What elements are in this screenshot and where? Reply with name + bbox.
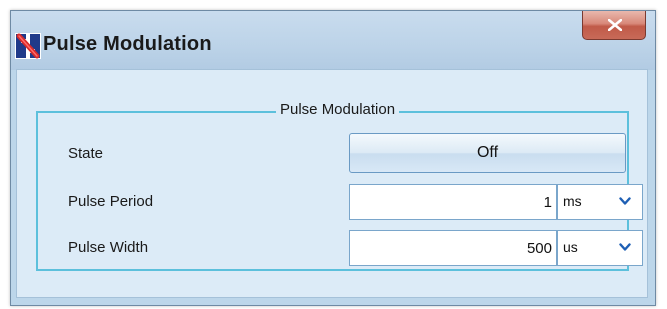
dialog-client-area: Pulse Modulation State Off Pulse Period … — [16, 69, 648, 298]
pulse-period-unit-select[interactable]: ms — [557, 184, 643, 220]
close-icon — [608, 19, 622, 31]
pulse-modulation-groupbox: Pulse Modulation State Off Pulse Period … — [36, 101, 643, 271]
close-button[interactable] — [582, 11, 646, 40]
window-title: Pulse Modulation — [43, 33, 212, 55]
pulse-width-input[interactable] — [349, 230, 557, 266]
chevron-down-icon — [619, 243, 631, 251]
pulse-width-unit-select[interactable]: us — [557, 230, 643, 266]
title-bar[interactable]: Pulse Modulation — [11, 11, 655, 70]
pulse-period-input[interactable] — [349, 184, 557, 220]
state-toggle-button[interactable]: Off — [349, 133, 626, 173]
pulse-modulation-dialog: Pulse Modulation Pulse Modulation State … — [10, 10, 656, 306]
pulse-period-unit: ms — [563, 193, 582, 209]
app-logo-icon — [15, 33, 41, 59]
pulse-width-unit: us — [563, 239, 578, 255]
pulse-period-label: Pulse Period — [68, 193, 154, 210]
chevron-down-icon — [619, 197, 631, 205]
pulse-width-label: Pulse Width — [68, 239, 149, 256]
state-label: State — [68, 145, 104, 162]
groupbox-legend: Pulse Modulation — [276, 101, 400, 118]
